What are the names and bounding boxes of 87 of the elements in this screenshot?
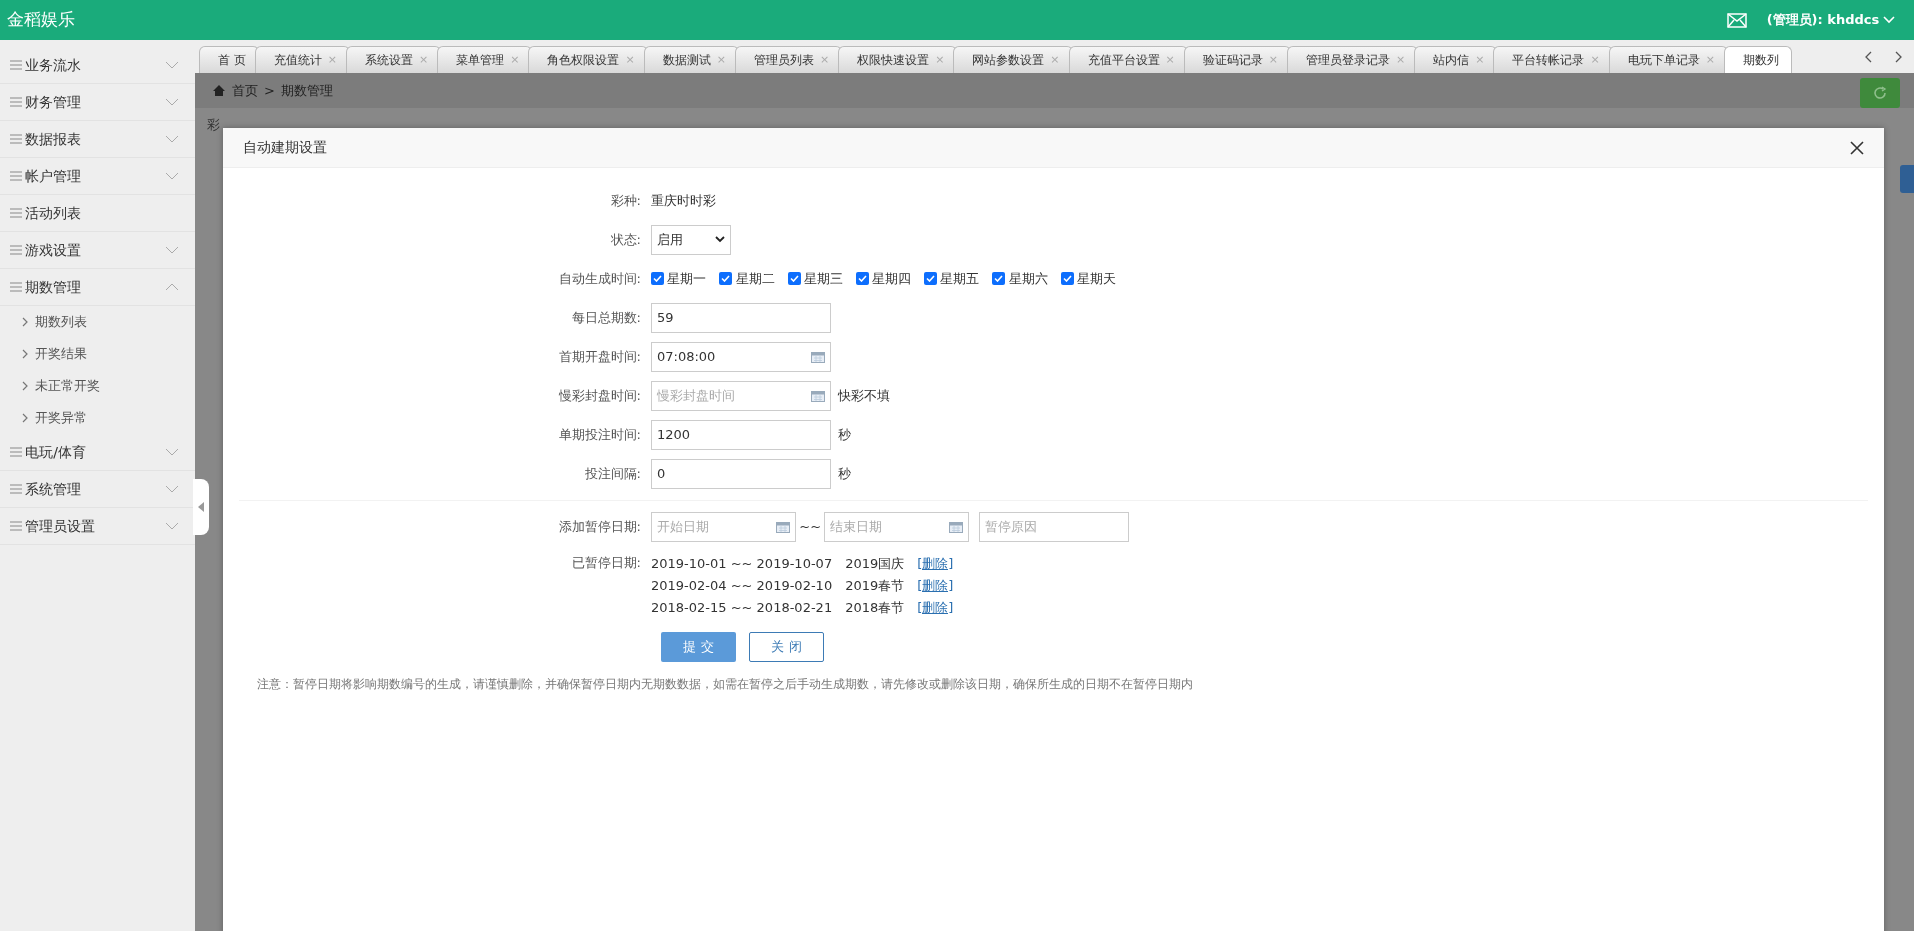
field-label: 每日总期数: (570, 308, 642, 327)
checkmark-icon (1062, 275, 1072, 282)
sidebar-subitem[interactable]: 期数列表 (0, 306, 195, 338)
field-label: 添加暂停日期: (557, 517, 642, 536)
field-label: 慢彩封盘时间: (557, 386, 642, 405)
logo-text: 金稻娱乐 (6, 8, 75, 32)
tab[interactable]: 验证码记录 × (1183, 46, 1291, 73)
field-value: 重庆时时彩 (651, 191, 716, 210)
chevron-right-icon (22, 349, 28, 359)
menu-icon (10, 134, 22, 144)
field-label: 已暂停日期: (570, 553, 642, 572)
menu-icon (10, 245, 22, 255)
chevron-down-icon (1882, 16, 1895, 24)
background-label: 彩 (207, 116, 220, 134)
field-label: 状态: (609, 230, 642, 249)
refresh-icon (1873, 86, 1887, 100)
weekday-checkbox[interactable]: 星期一 (651, 268, 707, 289)
chevron-right-icon (22, 413, 28, 423)
note-text: 注意：暂停日期将影响期数编号的生成，请谨慎删除，并确保暂停日期内无期数数据，如需在暂停之后手动生成期数，请先修改或删除该日期，确保所生成的日期不在暂停日期内 (256, 675, 1194, 693)
triangle-left-icon (198, 502, 204, 512)
menu-icon (10, 60, 22, 70)
input-field[interactable]: 59 (651, 302, 831, 333)
modal-title: 自动建期设置 (243, 138, 327, 157)
sidebar-toggle[interactable] (193, 479, 209, 535)
field-label: 首期开盘时间: (557, 347, 642, 366)
field-label: 投注间隔: (583, 464, 642, 483)
pause-reason: 2018春节 (845, 598, 905, 617)
sidebar-subitem[interactable]: 开奖异常 (0, 402, 195, 434)
close-icon[interactable] (1850, 140, 1864, 155)
checkmark-icon (994, 275, 1004, 282)
refresh-button[interactable] (1860, 78, 1900, 108)
checkmark-icon (857, 275, 867, 282)
delete-link[interactable]: [删除] (917, 574, 954, 597)
menu-icon (10, 171, 22, 181)
menu-icon (10, 97, 22, 107)
sidebar-subitem[interactable]: 未正常开奖 (0, 370, 195, 402)
chevron-right-icon (22, 381, 28, 391)
breadcrumb-item: 期数管理 (281, 81, 334, 100)
checkmark-icon (721, 275, 731, 282)
close-button[interactable]: 关 闭 (749, 631, 824, 662)
delete-link[interactable]: [删除] (917, 552, 954, 575)
weekday-checkbox[interactable]: 星期五 (924, 268, 980, 289)
field-label: 彩种: (609, 191, 642, 210)
home-icon (213, 85, 225, 96)
breadcrumb-item[interactable]: 首页 (231, 80, 258, 101)
tab[interactable]: 期数列 (1723, 46, 1792, 73)
weekday-checkbox[interactable]: 星期四 (855, 268, 911, 289)
input-field[interactable]: 1200 (651, 419, 831, 450)
input-field[interactable]: 0 (651, 458, 831, 489)
mail-icon[interactable] (1727, 12, 1748, 28)
calendar-icon[interactable] (949, 520, 964, 533)
sidebar-subitem[interactable]: 开奖结果 (0, 338, 195, 370)
field-label: 单期投注时间: (557, 425, 642, 444)
weekday-checkbox[interactable]: 星期三 (787, 268, 843, 289)
weekday-checkbox[interactable]: 星期六 (992, 268, 1048, 289)
calendar-icon[interactable] (776, 520, 790, 533)
chevron-right-icon[interactable] (1895, 50, 1903, 63)
date-range: 2019-02-04 ~~ 2019-02-10 (651, 576, 833, 595)
time-field[interactable]: 07:08:00 (651, 341, 831, 372)
checkmark-icon (789, 275, 799, 282)
checkmark-icon (926, 275, 935, 282)
menu-icon (10, 282, 22, 292)
field-hint: 秒 (837, 464, 851, 483)
pause-reason: 2019春节 (845, 576, 905, 595)
status-select[interactable]: 启用 (651, 224, 731, 255)
weekday-checkbox[interactable]: 星期二 (719, 268, 775, 289)
menu-icon (10, 208, 22, 218)
chevron-left-icon[interactable] (1865, 50, 1873, 63)
range-separator: ~~ (799, 517, 822, 536)
field-hint: 秒 (837, 425, 851, 444)
weekday-checkbox[interactable]: 星期天 (1060, 268, 1116, 289)
field-label: 自动生成时间: (557, 269, 642, 288)
checkmark-icon (653, 275, 662, 282)
delete-link[interactable]: [删除] (917, 596, 954, 619)
calendar-icon[interactable] (811, 389, 825, 402)
menu-icon (10, 521, 22, 531)
pause-reason: 2019国庆 (845, 554, 905, 573)
field-hint: 快彩不填 (837, 386, 890, 405)
date-range: 2018-02-15 ~~ 2018-02-21 (651, 598, 833, 617)
breadcrumb-separator: > (264, 81, 275, 100)
date-range: 2019-10-01 ~~ 2019-10-07 (651, 554, 833, 573)
calendar-icon[interactable] (811, 350, 825, 363)
menu-icon (10, 447, 22, 457)
chevron-down-icon (715, 236, 725, 243)
tab[interactable]: 首 页 (199, 46, 259, 73)
chevron-right-icon (22, 317, 28, 327)
menu-icon (10, 484, 22, 494)
